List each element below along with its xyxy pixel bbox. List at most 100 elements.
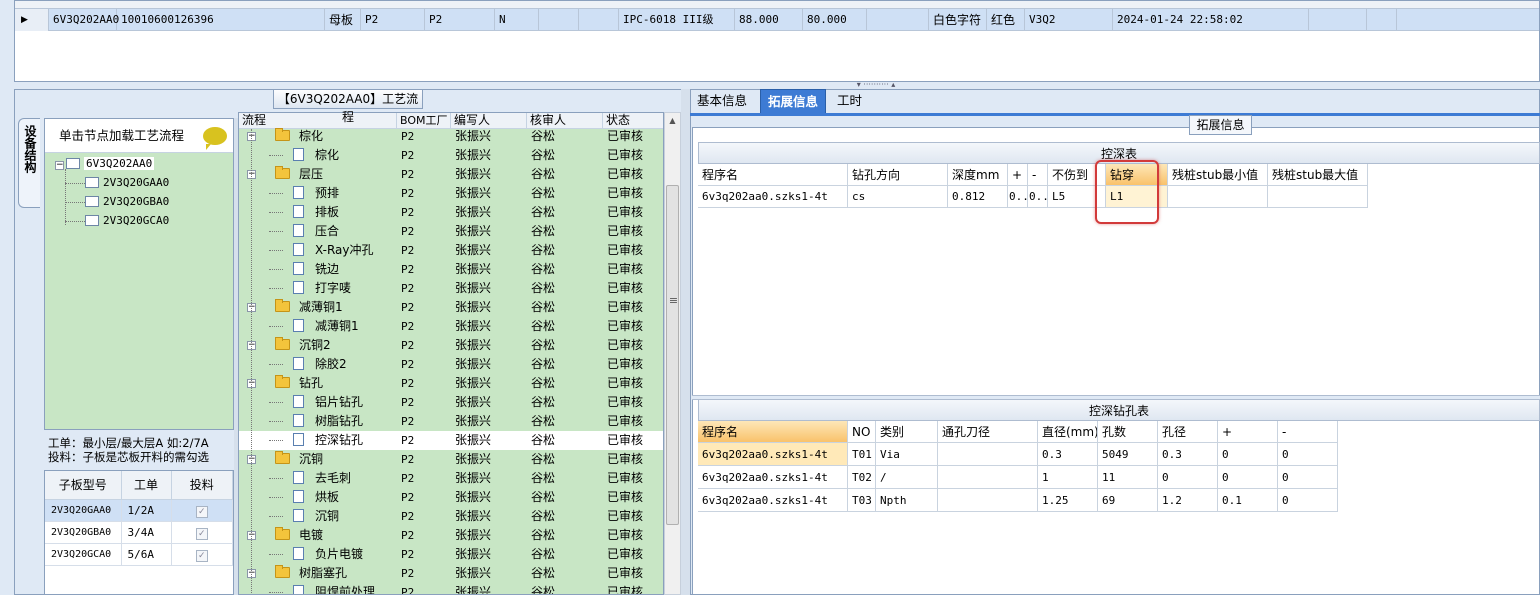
process-row[interactable]: − 电镀 P2 张振兴 谷松 已审核 <box>239 526 663 545</box>
drill-hole-count[interactable]: 11 <box>1098 466 1158 489</box>
process-row[interactable]: − 棕化 P2 张振兴 谷松 已审核 <box>239 127 663 146</box>
col-diameter[interactable]: 直径(mm) <box>1038 421 1098 443</box>
feed-checkbox[interactable]: ✓ <box>195 505 208 518</box>
col-plus[interactable]: + <box>1008 164 1028 186</box>
process-row[interactable]: 预排 P2 张振兴 谷松 已审核 <box>239 184 663 203</box>
drill-program[interactable]: 6v3q202aa0.szks1-4t <box>698 489 848 512</box>
process-row[interactable]: 排板 P2 张振兴 谷松 已审核 <box>239 203 663 222</box>
drill-plus[interactable]: 0.1 <box>1218 489 1278 512</box>
work-order-row[interactable]: ▶ 6V3Q202AA0 10010600126396 母板 P2 P2 N I… <box>15 9 1539 31</box>
feed-checkbox[interactable]: ✓ <box>195 527 208 540</box>
col-feed[interactable]: 投料 <box>171 471 233 500</box>
drill-program[interactable]: 6v3q202aa0.szks1-4t <box>698 443 848 466</box>
process-row[interactable]: 铣边 P2 张振兴 谷松 已审核 <box>239 260 663 279</box>
process-row[interactable]: − 钻孔 P2 张振兴 谷松 已审核 <box>239 374 663 393</box>
process-row[interactable]: − 沉铜2 P2 张振兴 谷松 已审核 <box>239 336 663 355</box>
process-row[interactable]: 除胶2 P2 张振兴 谷松 已审核 <box>239 355 663 374</box>
panel-splitter[interactable] <box>681 89 690 595</box>
drill-no[interactable]: T03 <box>848 489 876 512</box>
process-row[interactable]: − 层压 P2 张振兴 谷松 已审核 <box>239 165 663 184</box>
tree-root-node[interactable]: −6V3Q202AA0 <box>55 155 155 173</box>
drill-diameter[interactable]: 1.25 <box>1038 489 1098 512</box>
drill-hole-count[interactable]: 5049 <box>1098 443 1158 466</box>
col-stub-min[interactable]: 残桩stub最小值 <box>1168 164 1268 186</box>
drill-through-tool[interactable] <box>938 489 1038 512</box>
process-row[interactable]: 棕化 P2 张振兴 谷松 已审核 <box>239 146 663 165</box>
drill-minus[interactable]: 0 <box>1278 466 1338 489</box>
drill-hole-size[interactable]: 0 <box>1158 466 1218 489</box>
drill-hole-count[interactable]: 69 <box>1098 489 1158 512</box>
depth-program[interactable]: 6v3q202aa0.szks1-4t <box>698 186 848 208</box>
drill-no[interactable]: T02 <box>848 466 876 489</box>
drill-through-tool[interactable] <box>938 443 1038 466</box>
col-minus[interactable]: - <box>1278 421 1338 443</box>
drill-hole-size[interactable]: 0.3 <box>1158 443 1218 466</box>
drill-minus[interactable]: 0 <box>1278 443 1338 466</box>
table-row[interactable]: 2V3Q20GBA0 3/4A ✓ <box>45 521 233 544</box>
depth-stub-min[interactable] <box>1168 186 1268 208</box>
depth-value[interactable]: 0.812 <box>948 186 1008 208</box>
scroll-up-icon[interactable]: ▲ <box>665 113 680 128</box>
side-tab-device-structure[interactable]: 设备结构 <box>18 118 40 208</box>
process-row[interactable]: 烘板 P2 张振兴 谷松 已审核 <box>239 488 663 507</box>
process-row[interactable]: 压合 P2 张振兴 谷松 已审核 <box>239 222 663 241</box>
process-row[interactable]: 减薄铜1 P2 张振兴 谷松 已审核 <box>239 317 663 336</box>
drill-category[interactable]: Npth <box>876 489 938 512</box>
col-order[interactable]: 工单 <box>121 471 172 500</box>
splitter-grip-icon[interactable]: ▾ ·········· ▴ <box>846 81 906 89</box>
drill-hole-size[interactable]: 1.2 <box>1158 489 1218 512</box>
table-row[interactable]: 2V3Q20GAA0 1/2A ✓ <box>45 499 233 522</box>
drill-category[interactable]: / <box>876 466 938 489</box>
drill-plus[interactable]: 0 <box>1218 466 1278 489</box>
process-row[interactable]: 打字唛 P2 张振兴 谷松 已审核 <box>239 279 663 298</box>
tab-work-hours[interactable]: 工时 <box>830 89 869 113</box>
drill-diameter[interactable]: 1 <box>1038 466 1098 489</box>
drill-through-tool[interactable] <box>938 466 1038 489</box>
collapse-icon[interactable]: − <box>55 161 64 170</box>
tree-child-node[interactable]: 2V3Q20GBA0 <box>85 193 169 211</box>
drill-program[interactable]: 6v3q202aa0.szks1-4t <box>698 466 848 489</box>
process-row[interactable]: X-Ray冲孔 P2 张振兴 谷松 已审核 <box>239 241 663 260</box>
col-drill-direction[interactable]: 钻孔方向 <box>848 164 948 186</box>
process-row[interactable]: 负片电镀 P2 张振兴 谷松 已审核 <box>239 545 663 564</box>
process-row[interactable]: 控深钻孔 P2 张振兴 谷松 已审核 <box>239 431 663 450</box>
process-row[interactable]: 铝片钻孔 P2 张振兴 谷松 已审核 <box>239 393 663 412</box>
col-category[interactable]: 类别 <box>876 421 938 443</box>
status: 已审核 <box>607 205 644 219</box>
col-through-tool[interactable]: 通孔刀径 <box>938 421 1038 443</box>
col-no[interactable]: NO <box>848 421 876 443</box>
col-plus[interactable]: + <box>1218 421 1278 443</box>
process-row[interactable]: 去毛刺 P2 张振兴 谷松 已审核 <box>239 469 663 488</box>
drill-diameter[interactable]: 0.3 <box>1038 443 1098 466</box>
col-stub-max[interactable]: 残桩stub最大值 <box>1268 164 1368 186</box>
tree-child-node[interactable]: 2V3Q20GAA0 <box>85 174 169 192</box>
depth-plus[interactable]: 0.. <box>1008 186 1028 208</box>
feed-checkbox[interactable]: ✓ <box>195 549 208 562</box>
process-row[interactable]: 阻焊前处理 P2 张振兴 谷松 已审核 <box>239 583 663 594</box>
drill-category[interactable]: Via <box>876 443 938 466</box>
drill-plus[interactable]: 0 <box>1218 443 1278 466</box>
col-hole-size[interactable]: 孔径 <box>1158 421 1218 443</box>
table-row[interactable]: 2V3Q20GCA0 5/6A ✓ <box>45 543 233 566</box>
process-row[interactable]: − 树脂塞孔 P2 张振兴 谷松 已审核 <box>239 564 663 583</box>
drill-no[interactable]: T01 <box>848 443 876 466</box>
process-row[interactable]: 树脂钻孔 P2 张振兴 谷松 已审核 <box>239 412 663 431</box>
depth-stub-max[interactable] <box>1268 186 1368 208</box>
process-row[interactable]: − 减薄铜1 P2 张振兴 谷松 已审核 <box>239 298 663 317</box>
process-scrollbar[interactable]: ▲ ≡ <box>664 112 681 595</box>
process-row[interactable]: − 沉铜 P2 张振兴 谷松 已审核 <box>239 450 663 469</box>
col-sub-model[interactable]: 子板型号 <box>45 471 122 500</box>
process-row[interactable]: 沉铜 P2 张振兴 谷松 已审核 <box>239 507 663 526</box>
tab-extended-info[interactable]: 拓展信息 <box>760 89 827 113</box>
scroll-thumb[interactable] <box>666 185 679 525</box>
depth-direction[interactable]: cs <box>848 186 948 208</box>
col-hole-count[interactable]: 孔数 <box>1098 421 1158 443</box>
tab-basic-info[interactable]: 基本信息 <box>690 89 754 113</box>
depth-minus[interactable]: 0.. <box>1028 186 1048 208</box>
tree-child-node[interactable]: 2V3Q20GCA0 <box>85 212 169 230</box>
col-depth[interactable]: 深度mm <box>948 164 1008 186</box>
col-minus[interactable]: - <box>1028 164 1048 186</box>
col-program[interactable]: 程序名 <box>698 421 848 443</box>
col-program[interactable]: 程序名 <box>698 164 848 186</box>
drill-minus[interactable]: 0 <box>1278 489 1338 512</box>
